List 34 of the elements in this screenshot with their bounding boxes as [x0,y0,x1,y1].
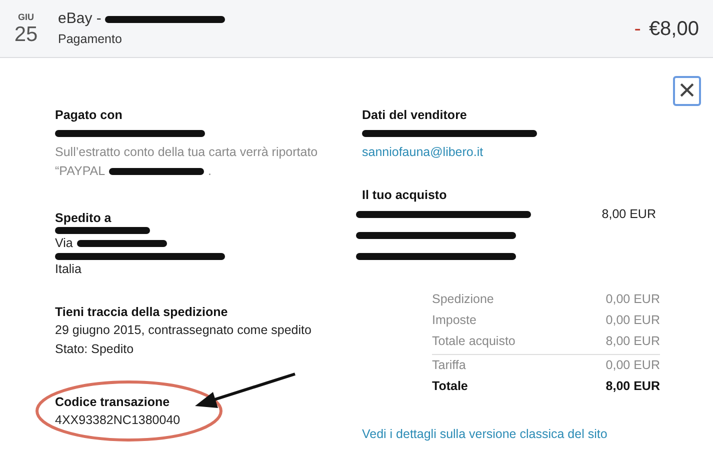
seller-email-link[interactable]: sanniofauna@libero.it [362,143,484,162]
transaction-type: Pagamento [58,31,123,48]
summary-value: 0,00 EUR [606,357,660,374]
transaction-code: 4XX93382NC1380040 [55,412,182,429]
summary-value: 8,00 EUR [606,333,660,350]
address-line: Via [55,235,73,252]
transaction-title: eBay - [58,8,102,29]
date-month: GIU [16,12,35,22]
address-line: Italia [55,261,82,278]
amount: €8,00 [648,16,699,42]
section-heading: Il tuo acquisto [362,187,448,204]
summary-label: Tariffa [432,357,466,374]
section-heading: Pagato con [55,107,124,124]
section-heading: Spedito a [55,210,112,227]
tracking-line: 29 giugno 2015, contrassegnato come spedito [55,322,312,339]
statement-prefix: “PAYPAL [55,163,106,180]
tracking-line: Stato: Spedito [55,341,135,358]
summary-label: Totale [432,378,468,395]
summary-value: 0,00 EUR [606,291,660,308]
date-day: 25 [10,24,42,44]
section-heading: Tieni traccia della spedizione [55,304,229,321]
statement-suffix: . [208,163,212,180]
statement-note: Sull’estratto conto della tua carta verrà riportato [55,144,319,161]
summary-label: Spedizione [432,291,494,308]
close-button[interactable]: × [673,76,701,106]
summary-value: 8,00 EUR [606,378,660,395]
section-heading: Dati del venditore [362,107,468,124]
item-price: 8,00 EUR [602,206,656,223]
summary-label: Imposte [432,312,476,329]
section-heading: Codice transazione [55,394,171,411]
summary-label: Totale acquisto [432,333,516,350]
summary-value: 0,00 EUR [606,312,660,329]
classic-site-link[interactable]: Vedi i dettagli sulla versione classica del sito [362,425,608,444]
minus-sign: - [634,16,641,42]
